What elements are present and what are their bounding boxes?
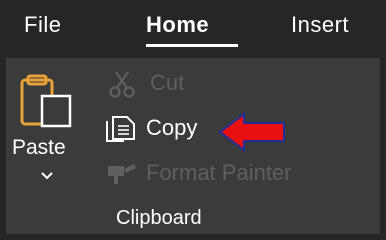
- tab-insert[interactable]: Insert: [291, 12, 349, 38]
- copy-label: Copy: [146, 115, 198, 140]
- clipboard-group-label: Clipboard: [116, 207, 202, 229]
- paintbrush-icon: [104, 160, 138, 193]
- copy-icon: [104, 115, 138, 150]
- clipboard-icon: [20, 70, 76, 135]
- red-arrow-icon: [218, 110, 290, 159]
- cut-label: Cut: [150, 70, 185, 95]
- scissors-icon: [108, 70, 136, 103]
- paste-button[interactable]: Paste: [10, 64, 86, 192]
- tab-home[interactable]: Home: [146, 12, 209, 38]
- tab-file[interactable]: File: [24, 12, 61, 38]
- active-tab-indicator: [146, 44, 238, 47]
- chevron-down-icon[interactable]: [40, 168, 54, 186]
- paste-label: Paste: [12, 136, 66, 159]
- format-painter-label: Format Painter: [146, 160, 292, 185]
- ribbon-frame: File Home Insert Paste Cut Copy Format P…: [0, 0, 386, 240]
